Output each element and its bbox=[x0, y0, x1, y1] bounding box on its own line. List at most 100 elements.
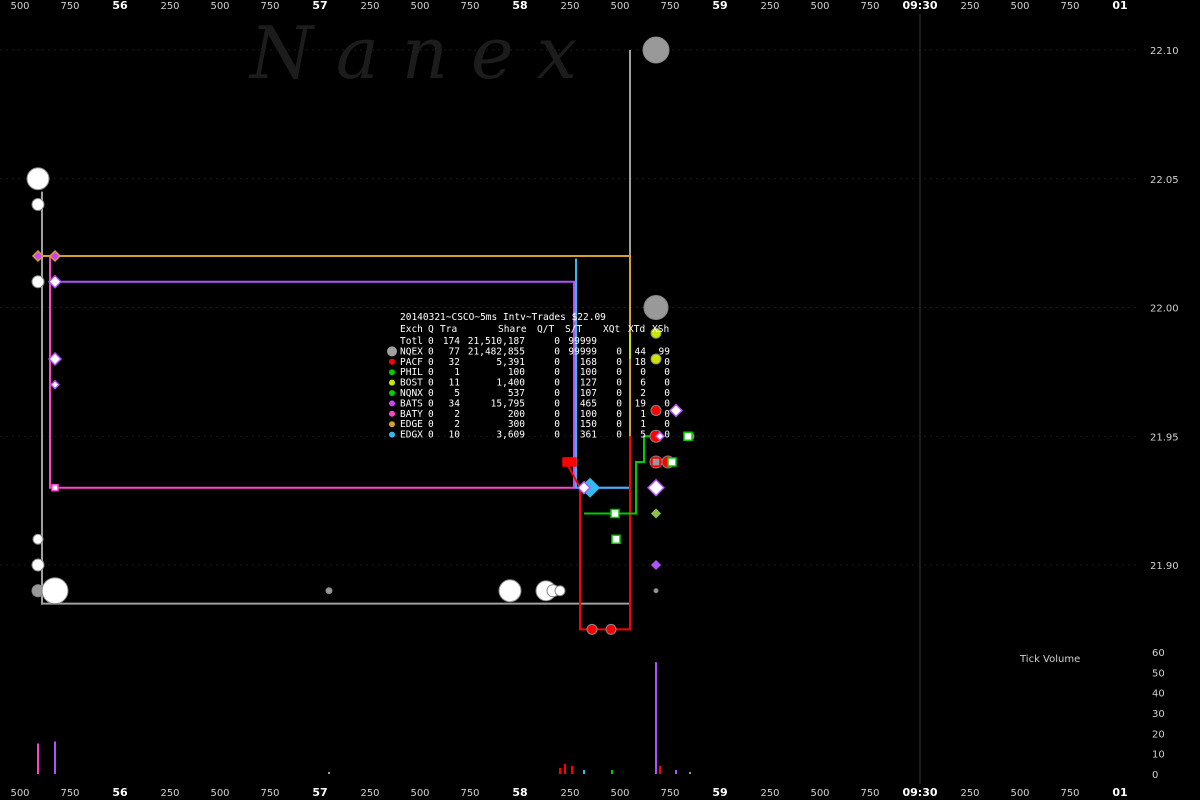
series-line-edge bbox=[42, 255, 631, 462]
stats-cell: 100 bbox=[580, 409, 597, 420]
top-tick-label: 250 bbox=[160, 1, 179, 12]
top-tick-label: 750 bbox=[460, 1, 479, 12]
stats-legend-swatch bbox=[389, 431, 395, 438]
series-line-nqnx bbox=[584, 435, 656, 515]
stats-legend-swatch bbox=[389, 400, 395, 407]
stats-cell: 21,482,855 bbox=[468, 346, 525, 357]
bottom-tick-label: 750 bbox=[860, 788, 879, 799]
top-tick-label: 09:30 bbox=[902, 0, 937, 12]
stats-cell: 0 bbox=[664, 419, 670, 430]
volume-axis-title: Tick Volume bbox=[1019, 654, 1080, 665]
bottom-tick-label: 09:30 bbox=[902, 786, 937, 799]
bottom-tick-label: 56 bbox=[112, 786, 128, 799]
stats-cell: 0 bbox=[428, 388, 434, 399]
bottom-tick-label: 500 bbox=[10, 788, 29, 799]
stats-cell: 0 bbox=[554, 357, 560, 368]
stats-header-cell: Tra bbox=[440, 324, 457, 335]
stats-cell: 1 bbox=[640, 409, 646, 420]
stats-cell: 0 bbox=[616, 357, 622, 368]
stats-header-cell: Q/T bbox=[537, 324, 554, 335]
stats-cell: 10 bbox=[449, 430, 461, 441]
top-tick-label: 58 bbox=[512, 0, 527, 12]
stats-cell: BATY bbox=[400, 409, 423, 420]
stats-cell: 1 bbox=[454, 367, 460, 378]
top-tick-label: 500 bbox=[210, 1, 229, 12]
stats-cell: EDGX bbox=[400, 430, 423, 441]
bottom-tick-label: 750 bbox=[660, 788, 679, 799]
stats-legend-swatch bbox=[389, 421, 395, 428]
stats-cell: 0 bbox=[428, 367, 434, 378]
top-tick-label: 750 bbox=[860, 1, 879, 12]
baty-marker bbox=[51, 484, 59, 492]
bottom-tick-label: 750 bbox=[60, 788, 79, 799]
top-tick-label: 500 bbox=[810, 1, 829, 12]
stats-cell: 0 bbox=[554, 409, 560, 420]
stats-cell: 0 bbox=[664, 388, 670, 399]
stats-cell: 0 bbox=[428, 419, 434, 430]
stats-cell: 0 bbox=[664, 430, 670, 441]
stats-cell: 0 bbox=[616, 388, 622, 399]
stats-cell: 32 bbox=[449, 357, 460, 368]
bottom-tick-label: 500 bbox=[210, 788, 229, 799]
bottom-tick-label: 750 bbox=[260, 788, 279, 799]
volume-axis: 60 50 40 30 20 10 0 bbox=[1152, 648, 1165, 781]
volume-tick-label: 60 bbox=[1152, 648, 1165, 659]
stats-cell: 1 bbox=[640, 419, 646, 430]
stats-cell: 77 bbox=[449, 346, 460, 357]
y-tick-label: 21.95 bbox=[1150, 432, 1179, 443]
stats-cell: 5 bbox=[454, 388, 460, 399]
stats-cell: 19 bbox=[635, 398, 647, 409]
stats-cell: 0 bbox=[554, 430, 560, 441]
stats-cell: 99999 bbox=[568, 336, 597, 347]
bats-marker bbox=[646, 478, 666, 497]
stats-cell: 21,510,187 bbox=[468, 336, 525, 347]
stats-cell: 174 bbox=[443, 336, 460, 347]
stats-header-cell: S/T bbox=[565, 324, 582, 335]
stats-cell: 0 bbox=[664, 367, 670, 378]
stats-cell: 0 bbox=[554, 419, 560, 430]
nqex-marker bbox=[26, 167, 50, 191]
stats-cell: 100 bbox=[580, 367, 597, 378]
stats-cell: 5,391 bbox=[496, 357, 525, 368]
y-tick-label: 22.10 bbox=[1150, 46, 1179, 57]
bottom-tick-label: 59 bbox=[712, 786, 727, 799]
stats-cell: NQNX bbox=[400, 388, 423, 399]
bottom-tick-label: 500 bbox=[1010, 788, 1029, 799]
bats-marker bbox=[650, 559, 662, 571]
stats-cell: NQEX bbox=[400, 346, 423, 357]
pacf-marker bbox=[567, 457, 577, 467]
stats-cell: 0 bbox=[664, 378, 670, 389]
top-tick-label: 01 bbox=[1112, 0, 1127, 12]
nqnx-marker bbox=[683, 431, 693, 441]
bottom-tick-label: 750 bbox=[1060, 788, 1079, 799]
stats-cell: 0 bbox=[428, 430, 434, 441]
bottom-tick-label: 250 bbox=[160, 788, 179, 799]
stats-cell: 34 bbox=[449, 398, 461, 409]
stats-cell: 0 bbox=[554, 388, 560, 399]
pacf-marker bbox=[650, 405, 662, 416]
stats-cell: 0 bbox=[554, 378, 560, 389]
top-tick-label: 500 bbox=[410, 1, 429, 12]
bottom-tick-label: 57 bbox=[312, 786, 327, 799]
stats-cell: 44 bbox=[635, 346, 647, 357]
top-tick-label: 750 bbox=[1060, 1, 1079, 12]
volume-tick-label: 20 bbox=[1152, 729, 1165, 740]
stats-cell: 0 bbox=[428, 409, 434, 420]
stats-cell: 2 bbox=[454, 419, 460, 430]
bottom-tick-label: 250 bbox=[560, 788, 579, 799]
stats-cell: BOST bbox=[400, 378, 423, 389]
stats-cell: 0 bbox=[554, 336, 560, 347]
stats-cell: 99 bbox=[659, 346, 671, 357]
top-tick-label: 250 bbox=[760, 1, 779, 12]
stats-cell: 99999 bbox=[568, 346, 597, 357]
top-tick-label: 500 bbox=[10, 1, 29, 12]
stats-legend-swatch bbox=[389, 358, 395, 365]
stats-cell: 0 bbox=[428, 357, 434, 368]
top-tick-label: 750 bbox=[660, 1, 679, 12]
nqex-marker bbox=[325, 587, 333, 595]
nqex-marker bbox=[31, 275, 45, 289]
nqex-marker bbox=[653, 588, 659, 594]
nqex-marker bbox=[642, 36, 670, 64]
bottom-tick-label: 500 bbox=[810, 788, 829, 799]
stats-legend-swatch bbox=[389, 390, 395, 396]
